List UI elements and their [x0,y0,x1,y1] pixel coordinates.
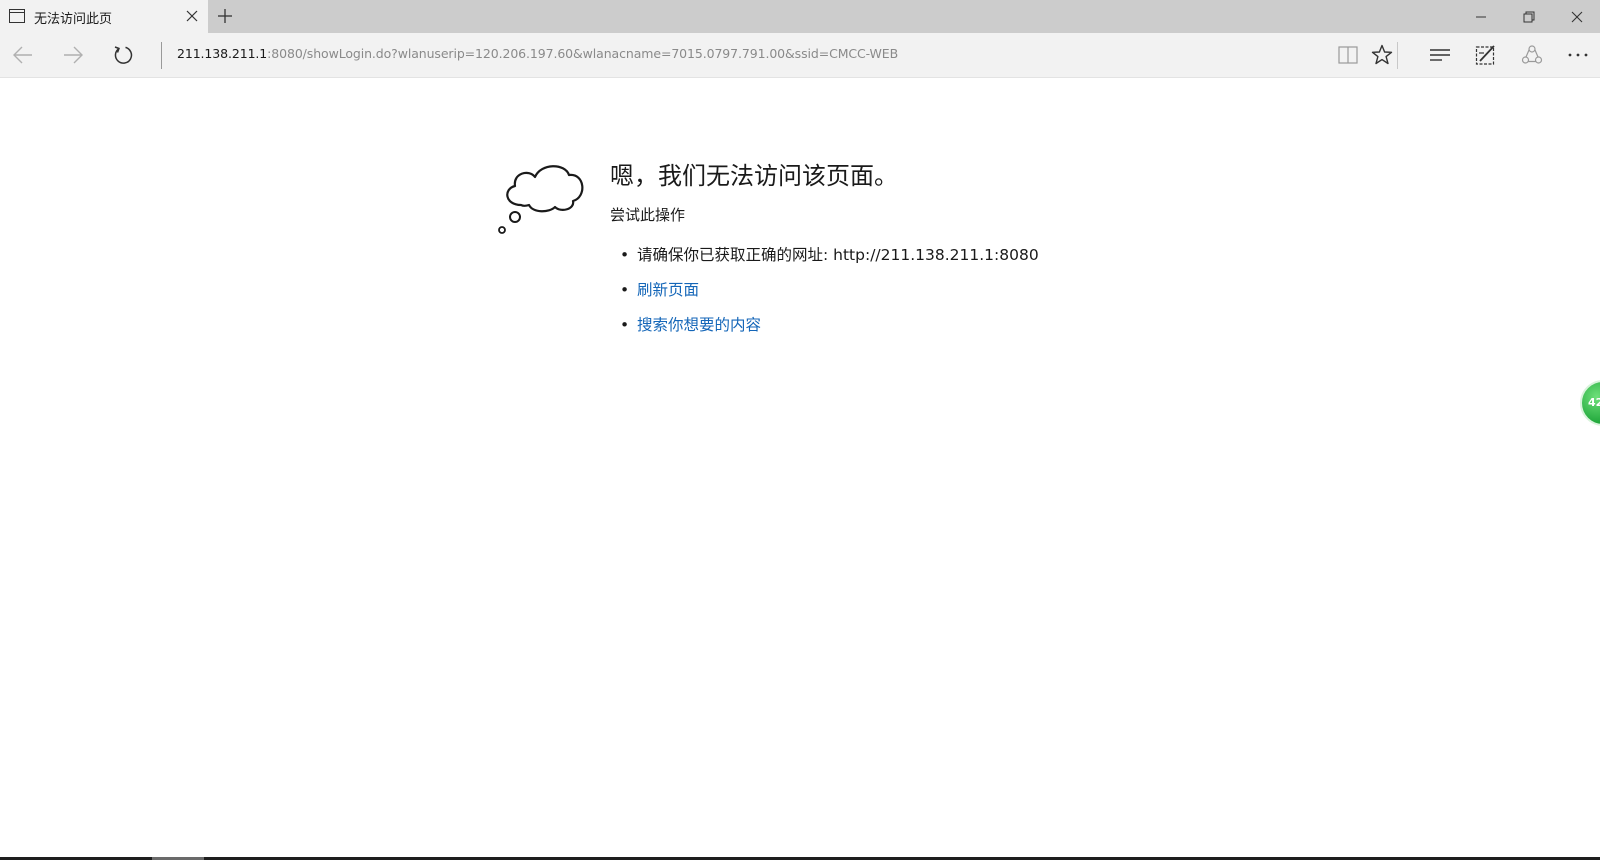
forward-button[interactable] [50,33,96,77]
badge-count: 42 [1588,396,1600,409]
browser-toolbar: 211.138.211.1:8080/showLogin.do?wlanuser… [0,33,1600,78]
more-icon [1568,53,1588,57]
favorite-button[interactable] [1362,33,1402,77]
restore-button[interactable] [1506,0,1552,33]
toolbar-divider [1397,42,1398,69]
refresh-page-link[interactable]: 刷新页面 [637,281,699,299]
web-note-button[interactable] [1466,33,1506,77]
plus-icon[interactable] [217,8,233,24]
hub-icon [1430,49,1450,61]
star-icon [1371,44,1393,65]
list-item: 刷新页面 [610,273,1039,308]
refresh-icon [114,46,133,64]
more-button[interactable] [1558,33,1598,77]
address-host: 211.138.211.1 [177,46,268,61]
search-link[interactable]: 搜索你想要的内容 [637,316,761,334]
share-icon [1521,45,1543,64]
suggestion-list: 请确保你已获取正确的网址: http://211.138.211.1:8080 … [610,238,1039,343]
web-note-icon [1475,45,1495,65]
window-close-icon [1571,11,1583,23]
minimize-icon [1476,16,1486,18]
address-divider [161,42,162,69]
thought-cloud-icon [498,165,584,234]
page-content: 嗯，我们无法访问该页面。 尝试此操作 请确保你已获取正确的网址: http://… [0,78,1600,858]
restore-icon [1523,11,1535,23]
error-subheading: 尝试此操作 [610,206,686,224]
refresh-button[interactable] [100,33,146,77]
reading-view-icon [1338,46,1358,64]
check-url-text: 请确保你已获取正确的网址: http://211.138.211.1:8080 [637,246,1039,264]
hub-button[interactable] [1420,33,1460,77]
list-item: 请确保你已获取正确的网址: http://211.138.211.1:8080 [610,238,1039,273]
tab-active[interactable]: 无法访问此页 [0,0,208,33]
back-arrow-icon [13,46,32,64]
close-icon[interactable] [186,10,198,22]
window-close-button[interactable] [1554,0,1600,33]
list-item: 搜索你想要的内容 [610,308,1039,343]
back-button[interactable] [0,33,46,77]
forward-arrow-icon [64,46,83,64]
address-bar[interactable]: 211.138.211.1:8080/showLogin.do?wlanuser… [177,46,898,61]
tab-title: 无法访问此页 [34,12,113,27]
share-button[interactable] [1512,33,1552,77]
tab-page-icon [9,9,25,23]
address-path: :8080/showLogin.do?wlanuserip=120.206.19… [267,46,899,61]
minimize-button[interactable] [1458,0,1504,33]
error-heading: 嗯，我们无法访问该页面。 [610,162,898,190]
tab-strip: 无法访问此页 [0,0,1600,33]
